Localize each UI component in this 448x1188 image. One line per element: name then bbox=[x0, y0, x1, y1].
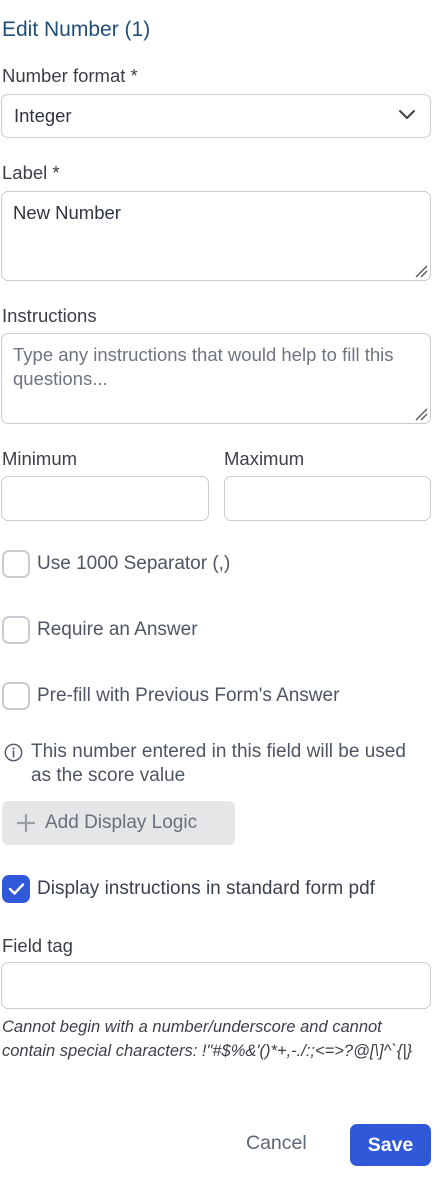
checkmark-icon bbox=[8, 883, 25, 895]
info-circle-icon bbox=[4, 743, 23, 762]
maximum-input[interactable] bbox=[224, 476, 431, 521]
prefill-checkbox-label[interactable]: Pre-fill with Previous Form's Answer bbox=[37, 685, 339, 707]
display-instructions-checkbox[interactable] bbox=[2, 875, 30, 903]
require-answer-checkbox[interactable] bbox=[2, 616, 30, 644]
maximum-label: Maximum bbox=[224, 448, 305, 469]
require-answer-checkbox-label[interactable]: Require an Answer bbox=[37, 619, 198, 641]
score-info-text: This number entered in this field will b… bbox=[31, 741, 406, 786]
number-format-select[interactable]: Integer bbox=[1, 94, 431, 138]
chevron-down-icon bbox=[399, 110, 415, 119]
number-format-label: Number format * bbox=[2, 65, 138, 86]
add-display-logic-label: Add Display Logic bbox=[45, 812, 198, 833]
cancel-button[interactable]: Cancel bbox=[246, 1132, 307, 1155]
instructions-placeholder: Type any instructions that would help to… bbox=[13, 344, 394, 389]
resize-handle-icon[interactable] bbox=[414, 407, 428, 421]
instructions-textarea[interactable]: Type any instructions that would help to… bbox=[1, 333, 431, 424]
resize-handle-icon[interactable] bbox=[414, 264, 428, 278]
prefill-checkbox[interactable] bbox=[2, 682, 30, 710]
label-field-label: Label * bbox=[2, 162, 60, 183]
field-tag-hint: Cannot begin with a number/underscore an… bbox=[2, 1018, 413, 1060]
label-textarea[interactable]: New Number bbox=[1, 191, 431, 281]
save-button[interactable]: Save bbox=[350, 1124, 431, 1166]
separator-checkbox[interactable] bbox=[2, 550, 30, 578]
plus-icon bbox=[17, 814, 35, 832]
minimum-label: Minimum bbox=[2, 448, 78, 469]
separator-checkbox-label[interactable]: Use 1000 Separator (,) bbox=[37, 553, 230, 575]
field-tag-input[interactable] bbox=[1, 962, 431, 1009]
display-instructions-label[interactable]: Display instructions in standard form pd… bbox=[37, 878, 375, 900]
minimum-input[interactable] bbox=[1, 476, 209, 521]
instructions-label: Instructions bbox=[2, 305, 97, 326]
number-format-value: Integer bbox=[14, 105, 72, 126]
add-display-logic-button[interactable]: Add Display Logic bbox=[2, 801, 235, 845]
dialog-title: Edit Number (1) bbox=[2, 18, 151, 41]
label-textarea-value: New Number bbox=[13, 202, 121, 223]
field-tag-label: Field tag bbox=[2, 935, 73, 956]
